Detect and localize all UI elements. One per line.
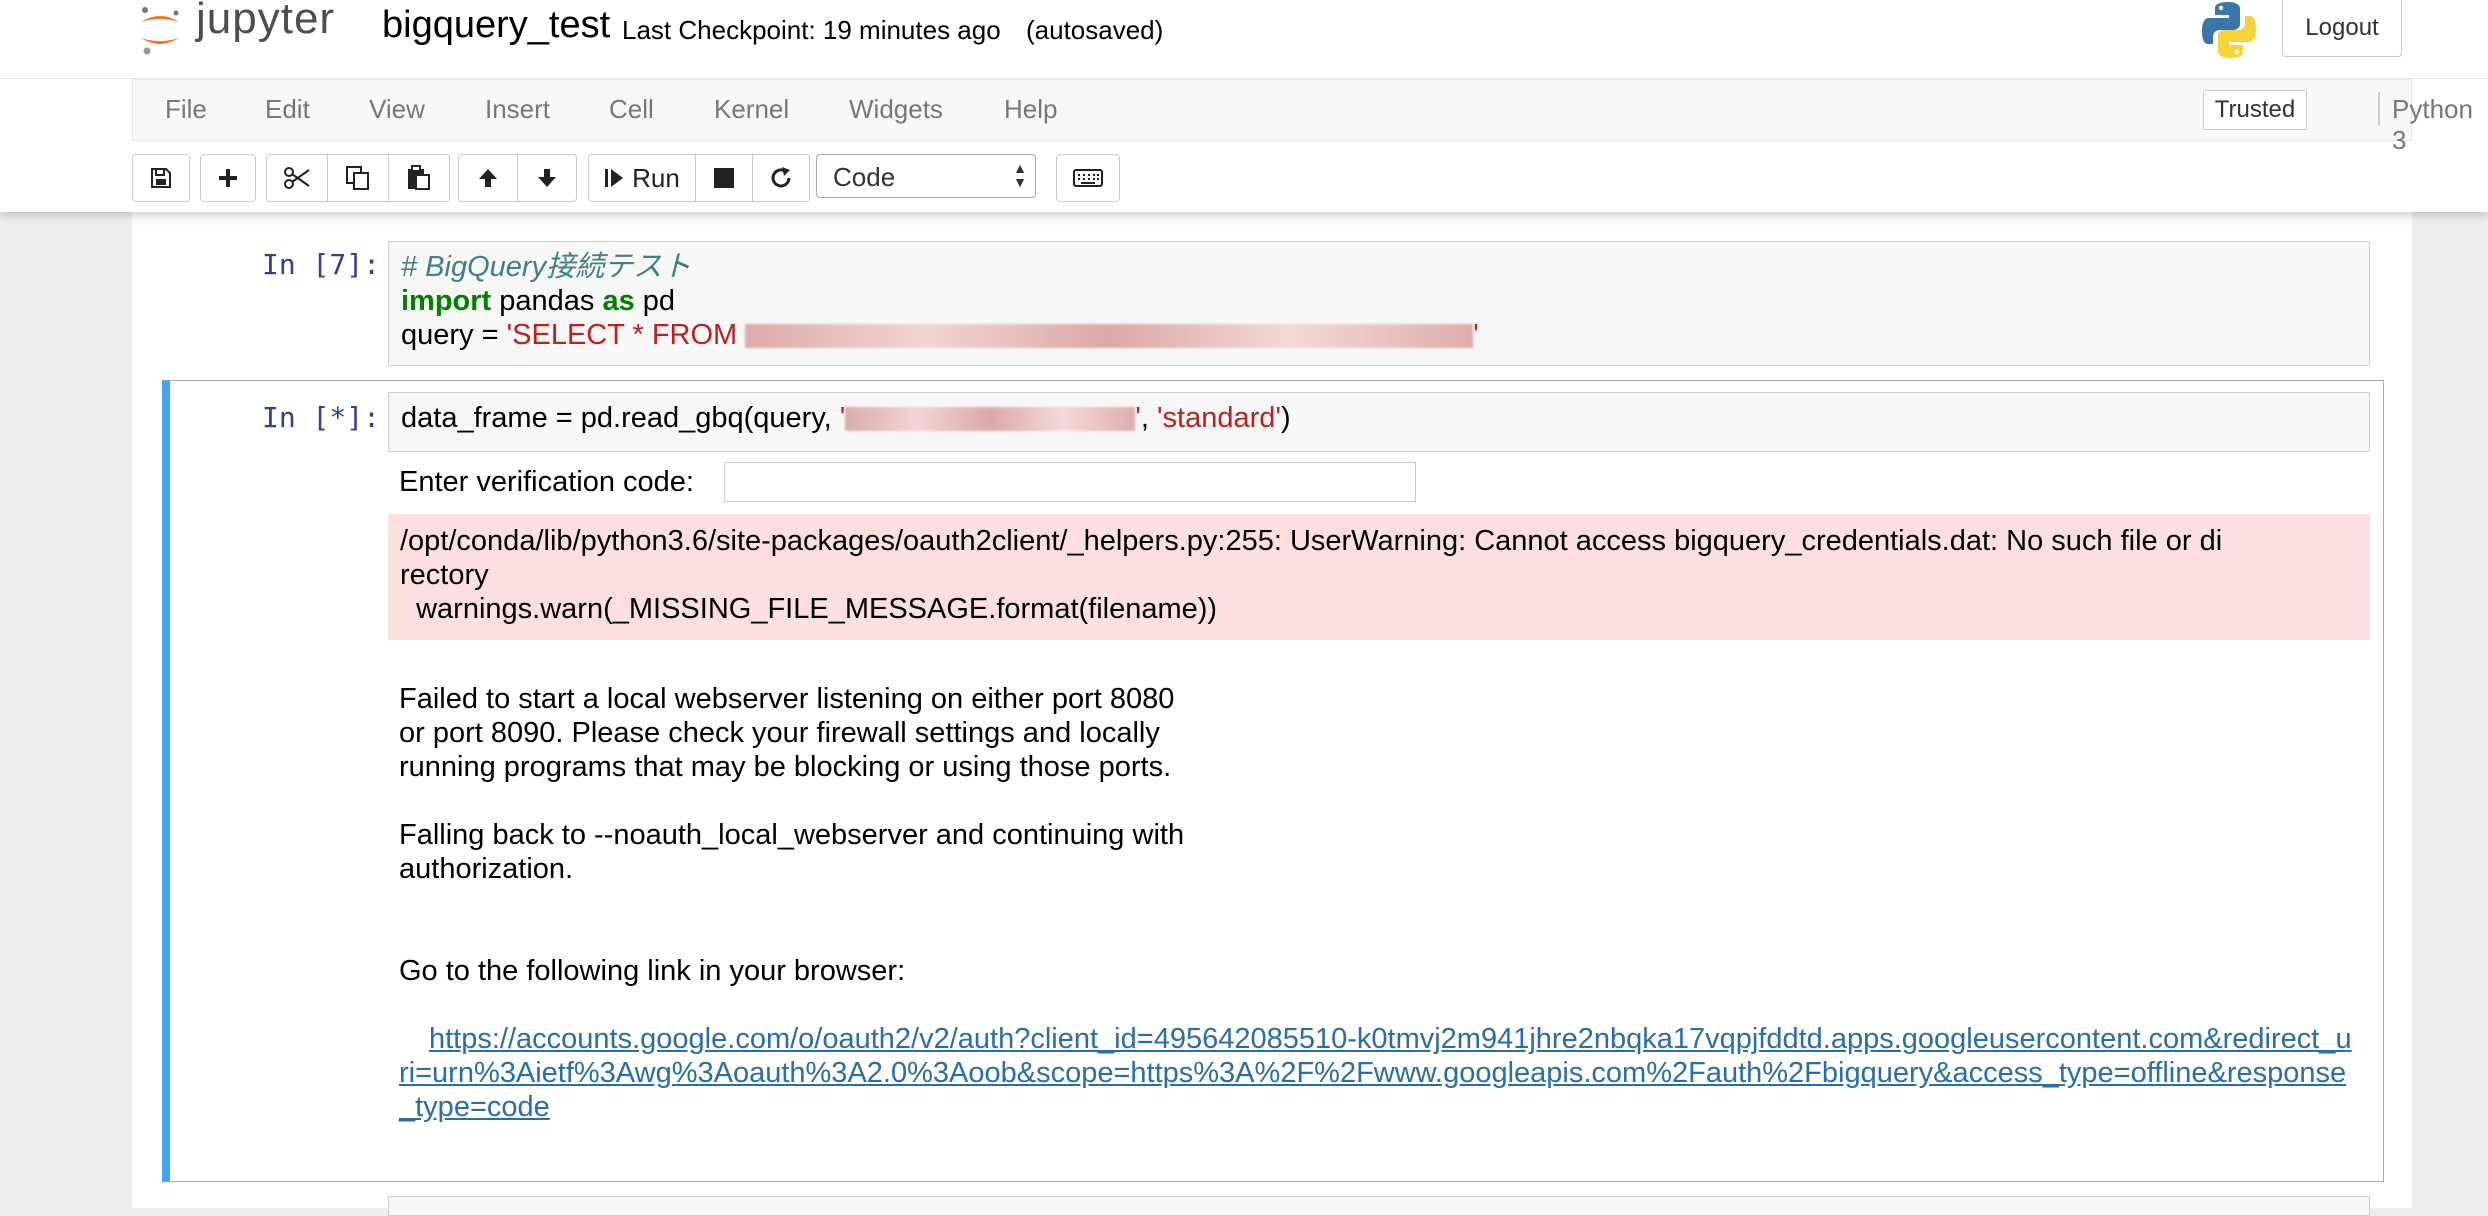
arrow-up-icon	[479, 169, 497, 187]
toolbar-insert-group	[200, 154, 256, 202]
code-arg2: 'standard'	[1157, 402, 1281, 434]
code-call-suffix: )	[1280, 402, 1291, 434]
move-up-button[interactable]	[459, 155, 518, 201]
toolbar-run-group: Run	[588, 154, 810, 202]
stderr-output: /opt/conda/lib/python3.6/site-packages/o…	[388, 514, 2370, 640]
arrow-down-icon	[538, 169, 556, 187]
restart-button[interactable]	[753, 155, 809, 201]
run-button[interactable]: Run	[589, 155, 696, 201]
code-query-string-start: 'SELECT * FROM	[506, 319, 746, 351]
stderr-line-1: /opt/conda/lib/python3.6/site-packages/o…	[400, 525, 2223, 557]
cell-2-prompt: In [*]:	[261, 401, 380, 434]
verification-label: Enter verification code:	[399, 466, 694, 498]
code-keyword-import: import	[401, 285, 492, 317]
notebook-name[interactable]: bigquery_test	[382, 4, 610, 47]
menu-edit[interactable]: Edit	[265, 94, 310, 125]
menu-cell[interactable]: Cell	[609, 94, 654, 125]
menu-widgets[interactable]: Widgets	[849, 94, 943, 125]
code-query-assign: query =	[401, 319, 507, 351]
toolbar-keyboard-group	[1056, 154, 1120, 202]
stderr-line-2: rectory	[400, 559, 489, 591]
scissors-icon	[284, 167, 310, 189]
keyboard-icon	[1073, 169, 1103, 187]
menu-insert[interactable]: Insert	[485, 94, 550, 125]
code-keyword-as: as	[602, 285, 635, 317]
interrupt-button[interactable]	[696, 155, 753, 201]
autosave-status: (autosaved)	[1026, 15, 1164, 45]
stderr-line-3: warnings.warn(_MISSING_FILE_MESSAGE.form…	[400, 593, 1218, 625]
oauth-link[interactable]: https://accounts.google.com/o/oauth2/v2/…	[399, 1022, 2359, 1124]
code-comment: # BigQuery接続テスト	[401, 251, 692, 283]
toolbar-edit-group	[266, 154, 450, 202]
cell-2-input[interactable]: data_frame = pd.read_gbq(query, ' ', 'sta…	[388, 392, 2370, 452]
copy-icon	[346, 166, 369, 190]
next-cell-input[interactable]	[388, 1196, 2370, 1216]
code-call-prefix: data_frame = pd.read_gbq(query,	[401, 402, 840, 434]
restart-icon	[771, 167, 791, 188]
command-palette-button[interactable]	[1057, 155, 1119, 201]
paste-icon	[408, 165, 430, 190]
cell-1-input[interactable]: # BigQuery接続テスト import pandas as pd quer…	[388, 241, 2370, 366]
header-top-bar: jupyter bigquery_test Last Checkpoint: 1…	[0, 0, 2488, 79]
toolbar-move-group	[458, 154, 577, 202]
kernel-name[interactable]: Python 3	[2392, 94, 2473, 156]
code-query-string-end: '	[1473, 319, 1479, 351]
toolbar-save-group	[132, 154, 190, 202]
copy-button[interactable]	[328, 155, 389, 201]
insert-cell-button[interactable]	[201, 155, 255, 201]
jupyter-logo-text: jupyter	[196, 0, 336, 43]
code-arg-separator: ,	[1140, 402, 1157, 434]
cell-1-prompt: In [7]:	[261, 248, 380, 281]
run-icon	[605, 169, 624, 187]
cut-button[interactable]	[267, 155, 328, 201]
browser-link-message: Go to the following link in your browser…	[399, 955, 906, 987]
stop-icon	[714, 168, 734, 188]
logout-button[interactable]: Logout	[2282, 0, 2402, 57]
paste-button[interactable]	[389, 155, 449, 201]
checkpoint-status: Last Checkpoint: 19 minutes ago	[622, 15, 1001, 45]
plus-icon	[219, 169, 237, 187]
oauth-link-text: https://accounts.google.com/o/oauth2/v2/…	[399, 1023, 2352, 1123]
trusted-indicator[interactable]: Trusted	[2203, 90, 2307, 130]
save-icon	[151, 168, 171, 188]
code-module: pandas	[491, 285, 603, 317]
menubar: File Edit View Insert Cell Kernel Widget…	[132, 79, 2473, 155]
code-alias: pd	[634, 285, 676, 317]
redacted-table-name	[745, 324, 1474, 349]
cell-type-select[interactable]: Code ▲ ▼	[816, 154, 1036, 198]
webserver-message: Failed to start a local webserver listen…	[399, 683, 1185, 885]
notebook-header: jupyter bigquery_test Last Checkpoint: 1…	[0, 0, 2488, 212]
cell-type-value: Code	[833, 162, 896, 192]
menu-file[interactable]: File	[165, 94, 207, 125]
menu-help[interactable]: Help	[1004, 94, 1057, 125]
run-label: Run	[632, 162, 680, 193]
kernel-divider	[2378, 92, 2380, 126]
redacted-project-id	[845, 407, 1136, 432]
menu-view[interactable]: View	[369, 94, 425, 125]
save-button[interactable]	[133, 155, 189, 201]
verification-code-input[interactable]	[724, 462, 1416, 502]
jupyter-logo-icon	[141, 7, 179, 55]
python-logo-icon	[2202, 2, 2256, 58]
select-arrows-icon: ▲ ▼	[1013, 160, 1027, 190]
menu-kernel[interactable]: Kernel	[714, 94, 789, 125]
move-down-button[interactable]	[518, 155, 576, 201]
